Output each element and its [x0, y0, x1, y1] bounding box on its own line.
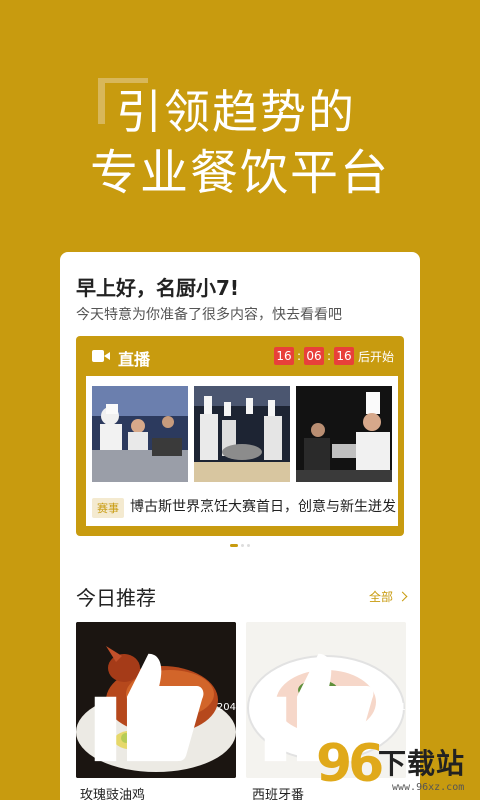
live-section[interactable]: 直播 16 : 06 : 16 后开始 赛事 博古斯世界烹饪大赛首日，创意与新生… [76, 336, 404, 536]
home-card: 早上好，名厨小7! 今天特意为你准备了很多内容，快去看看吧 直播 16 : 06… [60, 252, 420, 800]
hero-banner: 引领趋势的 专业餐饮平台 [0, 0, 480, 250]
carousel-dot-active [230, 544, 238, 547]
watermark-url: www.96xz.com [392, 782, 465, 793]
watermark-text: 下载站 [378, 747, 466, 780]
video-camera-icon [92, 350, 110, 362]
dish-name-1[interactable]: 玫瑰豉油鸡 [80, 784, 145, 800]
carousel-dot [241, 544, 244, 547]
chevron-right-icon [397, 591, 408, 602]
carousel-dot [247, 544, 250, 547]
recommend-all-label: 全部 [368, 590, 393, 604]
event-photo-2[interactable] [194, 386, 290, 482]
live-event-card[interactable]: 赛事 博古斯世界烹饪大赛首日，创意与新生迸发 [86, 376, 398, 526]
countdown-suffix: 后开始 [357, 349, 394, 364]
hero-title-line2: 专业餐饮平台 [90, 145, 391, 201]
thumbs-up-icon [94, 653, 204, 762]
event-photo-3[interactable] [296, 386, 392, 482]
recommend-title: 今日推荐 [76, 586, 156, 610]
countdown-hours: 16 [273, 347, 294, 365]
countdown-minutes: 06 [303, 347, 324, 365]
countdown-seconds: 16 [333, 347, 354, 365]
countdown-separator: : [296, 349, 301, 363]
hero-title-line1: 引领趋势的 [116, 85, 356, 139]
recommend-all-link[interactable]: 全部 [368, 588, 408, 605]
greeting-subtitle: 今天特意为你准备了很多内容，快去看看吧 [76, 307, 342, 323]
likes-value: 204 [216, 702, 236, 714]
event-tag: 赛事 [92, 498, 124, 518]
live-label: 直播 [118, 350, 151, 369]
likes-value: 321 [386, 702, 406, 714]
likes-count: 204 [84, 643, 236, 772]
countdown-timer: 16 : 06 : 16 后开始 [273, 346, 394, 366]
carousel-indicator [230, 544, 254, 548]
greeting-title: 早上好，名厨小7! [76, 276, 240, 300]
dish-card-1[interactable]: 204 [76, 622, 236, 778]
countdown-separator: : [326, 349, 331, 363]
live-header: 直播 16 : 06 : 16 后开始 [76, 336, 404, 376]
dish-name-2[interactable]: 西班牙番 [252, 784, 304, 800]
event-title[interactable]: 博古斯世界烹饪大赛首日，创意与新生迸发 [130, 496, 396, 516]
site-watermark: 96 下载站 www.96xz.com [310, 734, 480, 800]
watermark-logo: 96 [316, 734, 384, 794]
event-photo-1[interactable] [92, 386, 188, 482]
